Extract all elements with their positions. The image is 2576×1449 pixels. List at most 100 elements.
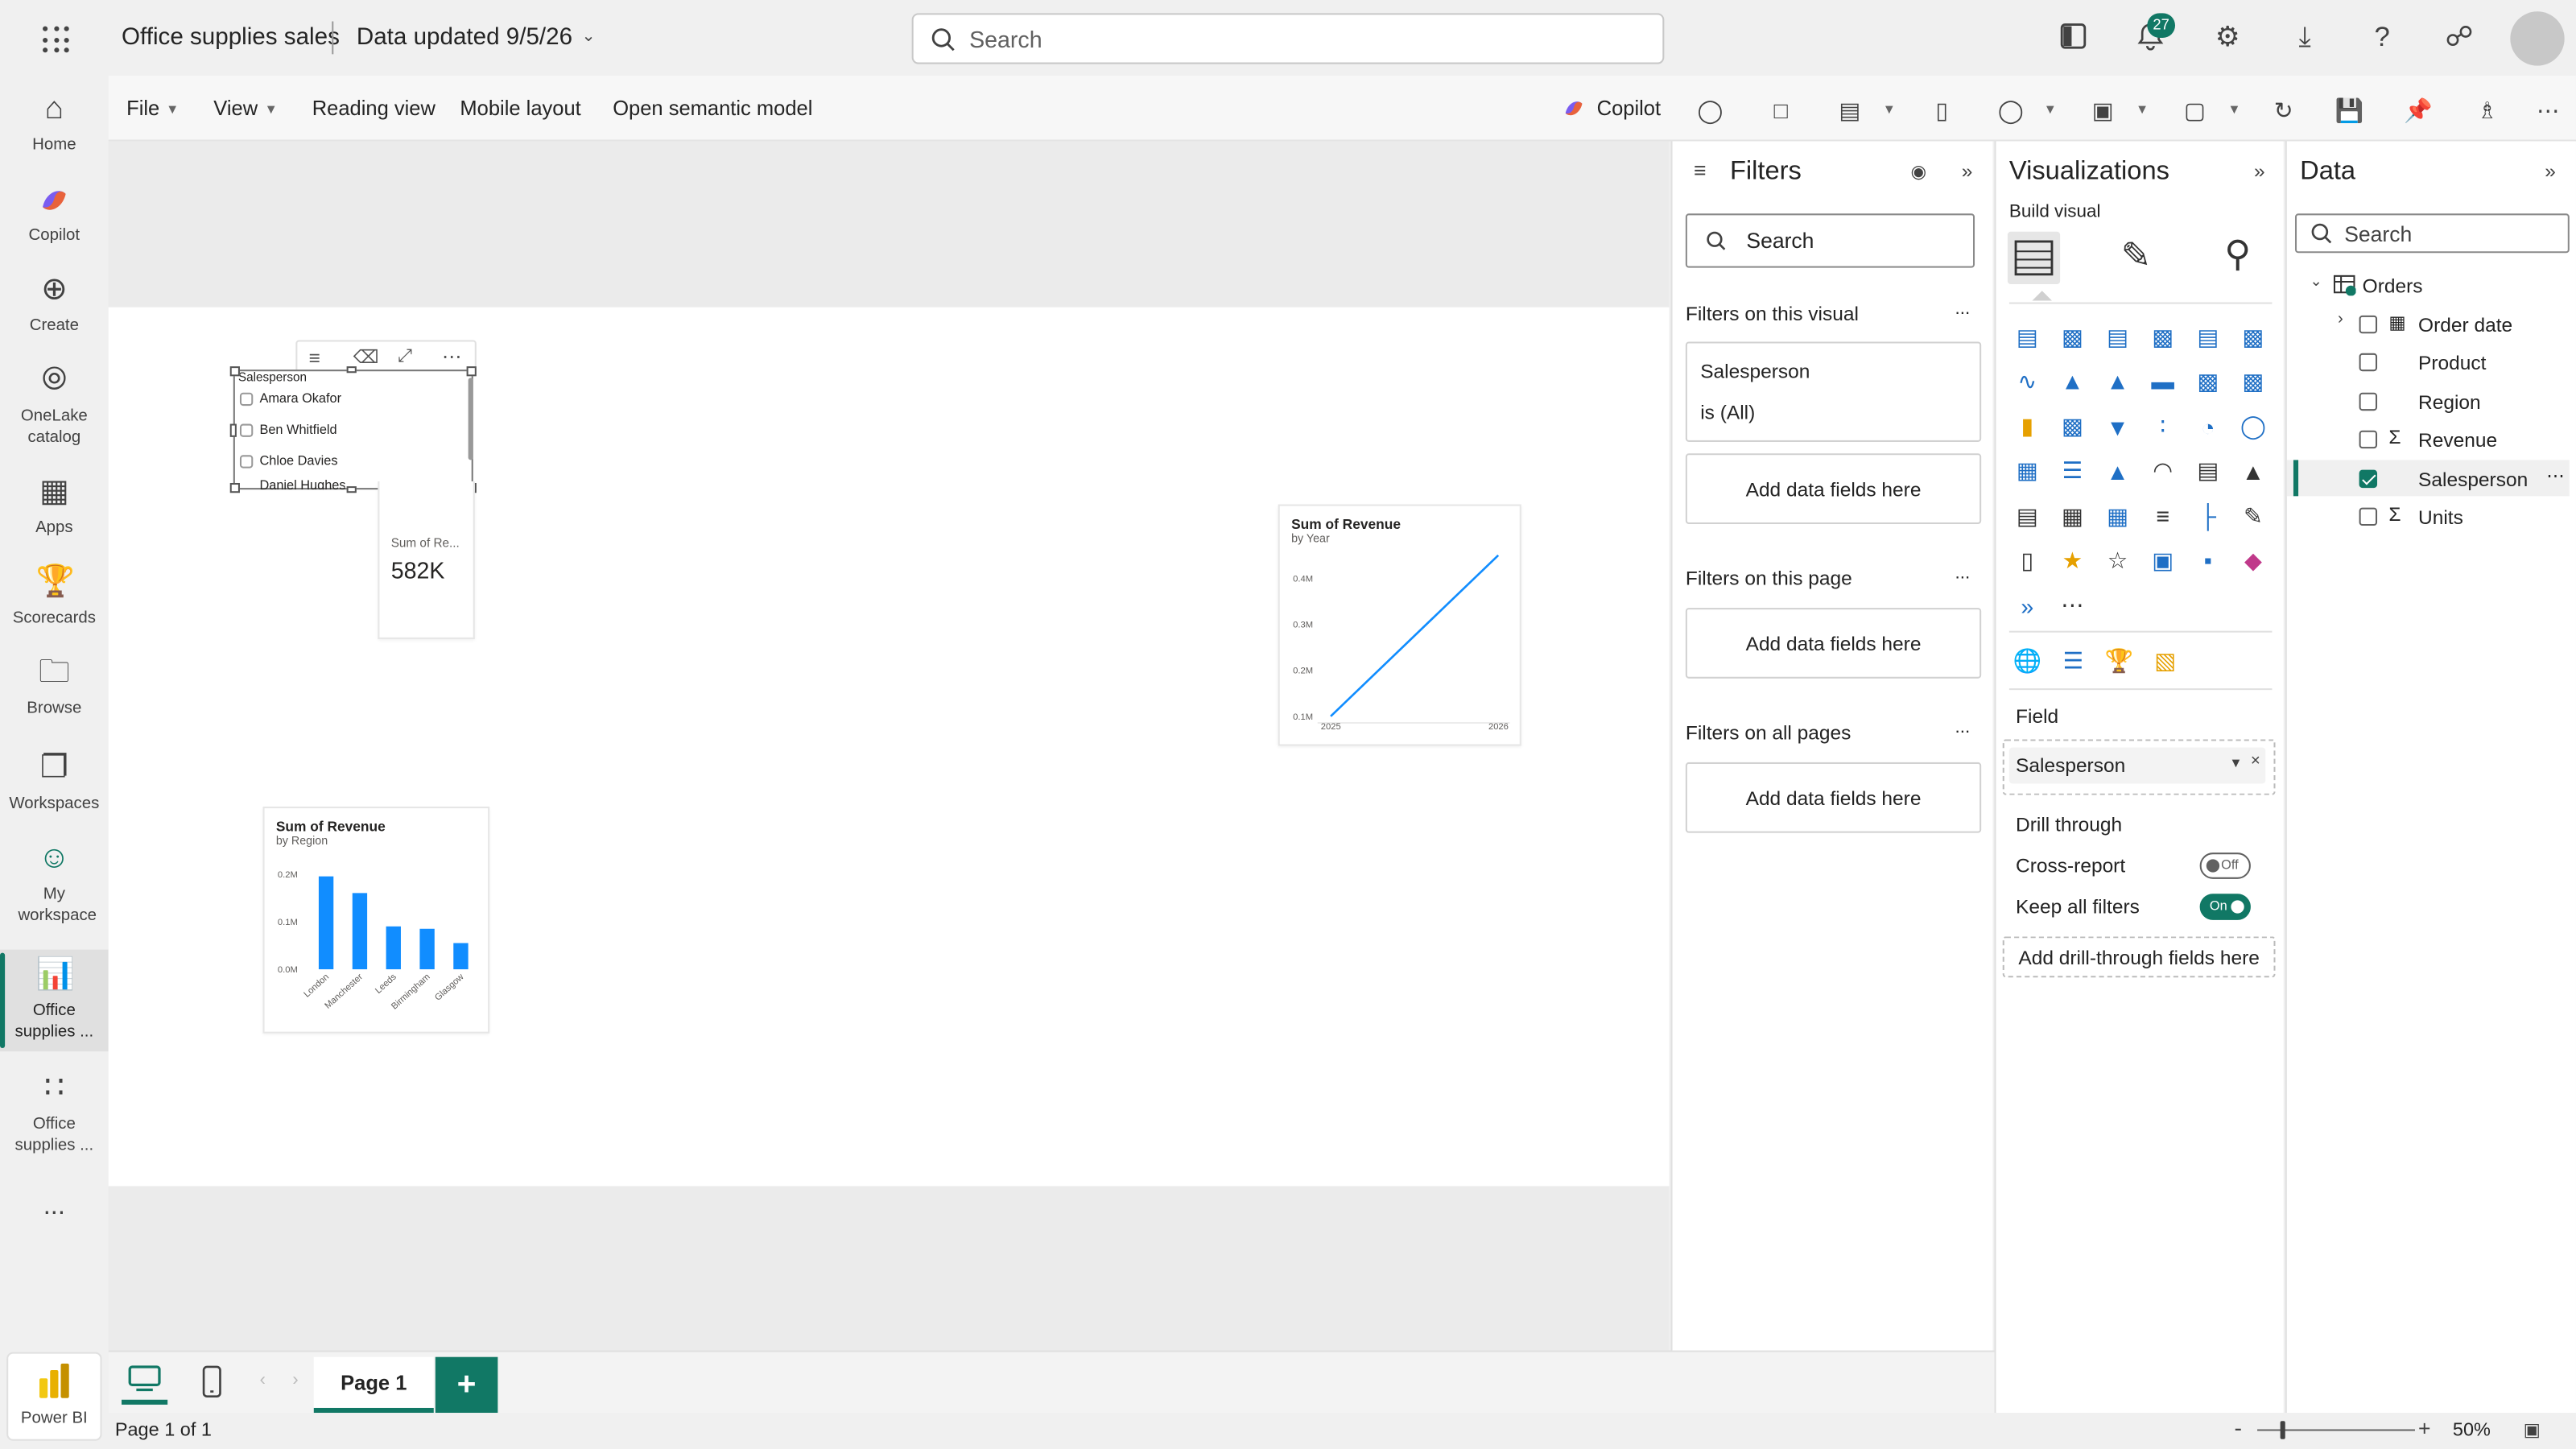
remove-field-icon[interactable]: × — [2251, 753, 2260, 770]
desktop-layout-tab[interactable] — [122, 1364, 168, 1405]
eraser-icon[interactable]: ⌫ — [353, 347, 379, 368]
nav-browse[interactable]: 🗀 Browse — [0, 655, 109, 720]
slicer-item[interactable]: Amara Okafor — [239, 391, 341, 406]
data-updated-label[interactable]: Data updated 9/5/26 — [357, 25, 572, 52]
cross-report-toggle[interactable]: Off — [2199, 852, 2251, 879]
slicer-item[interactable]: Chloe Davies — [239, 453, 338, 469]
pie-chart-icon[interactable]: ◔ — [2190, 408, 2226, 444]
data-search-input[interactable]: Search — [2294, 213, 2570, 254]
power-automate-icon[interactable]: ◆ — [2235, 543, 2272, 579]
key-influencers-icon[interactable]: ≡ — [2145, 498, 2181, 535]
format-visual-brush-icon[interactable]: ✎ — [2121, 235, 2152, 278]
file-menu[interactable]: File — [126, 97, 159, 120]
comment-icon[interactable]: □ — [1766, 95, 1796, 125]
view-menu[interactable]: View — [213, 97, 258, 120]
100-area-icon[interactable]: ▬ — [2145, 364, 2181, 400]
report-name[interactable]: Office supplies sales — [122, 25, 340, 52]
field-pill[interactable]: Salesperson ▼ × — [2008, 747, 2266, 784]
open-semantic-model-button[interactable]: Open semantic model — [613, 97, 812, 120]
download-icon[interactable]: ⤓ — [2289, 22, 2322, 55]
kpi-icon[interactable]: ▲ — [2235, 453, 2272, 489]
collapse-chevron-icon[interactable]: » — [2254, 159, 2265, 183]
more-options-icon[interactable]: ⋯ — [442, 345, 461, 369]
app-launcher-icon[interactable] — [43, 26, 69, 53]
funnel-icon[interactable]: ▼ — [2099, 408, 2136, 444]
teams-icon[interactable]: ♗ — [2472, 95, 2502, 125]
nav-report-office-supplies[interactable]: 📊 Office supplies ... — [0, 949, 109, 1052]
field-checkbox[interactable] — [2359, 392, 2378, 411]
nav-semantic-model-office-supplies[interactable]: ∷ Office supplies ... — [0, 1071, 109, 1157]
resize-handle[interactable] — [346, 366, 357, 374]
salesperson-slicer[interactable]: Salesperson Amara Okafor Ben Whitfield C… — [229, 366, 477, 493]
explore-binoculars-icon[interactable]: ◯ — [1695, 95, 1725, 125]
resize-handle[interactable] — [346, 486, 357, 493]
resize-handle[interactable] — [466, 366, 477, 377]
field-checkbox-checked[interactable] — [2359, 469, 2378, 489]
metrics-icon[interactable]: ☆ — [2099, 543, 2136, 579]
visual-layout-icon[interactable]: ▢ — [2180, 95, 2210, 125]
zoom-in-icon[interactable]: + — [2418, 1416, 2430, 1441]
field-checkbox[interactable] — [2359, 315, 2378, 334]
field-row[interactable]: Region — [2287, 383, 2570, 419]
100-column-icon[interactable]: ▩ — [2235, 319, 2272, 355]
stacked-bar-icon[interactable]: ▤ — [2009, 319, 2046, 355]
azure-map-icon[interactable]: ▲ — [2099, 453, 2136, 489]
chevron-down-icon[interactable]: ⌄ — [581, 28, 595, 46]
nav-onelake-catalog[interactable]: ⦾ OneLake catalog — [0, 363, 109, 448]
collapse-chevron-icon[interactable]: » — [1962, 159, 1973, 183]
more-options-icon[interactable]: ... — [1955, 299, 1971, 318]
nav-apps[interactable]: ▦ Apps — [0, 475, 109, 539]
keep-all-filters-toggle[interactable]: On — [2199, 894, 2251, 920]
line-chart-icon[interactable]: ∿ — [2009, 364, 2046, 400]
mobile-layout-button[interactable]: Mobile layout — [460, 97, 580, 120]
clustered-column-icon[interactable]: ▩ — [2145, 319, 2181, 355]
report-page[interactable]: ≡ ⌫ ⤢ ⋯ Salesperson Amara Okafor Ben Whi… — [108, 307, 1670, 1187]
more-visuals-icon[interactable]: ⋯ — [2054, 588, 2091, 624]
save-icon[interactable]: 💾 — [2334, 95, 2364, 125]
prev-page-icon[interactable]: ‹ — [259, 1370, 265, 1389]
shape-map-visual-icon[interactable]: ▧ — [2147, 642, 2183, 679]
more-options-icon[interactable]: ... — [1955, 718, 1971, 737]
add-page-filter-dropzone[interactable]: Add data fields here — [1685, 608, 1982, 679]
slicer-item[interactable]: Ben Whitfield — [239, 422, 337, 437]
nav-copilot[interactable]: Copilot — [0, 183, 109, 247]
nav-my-workspace[interactable]: ☺ My workspace — [0, 841, 109, 927]
next-page-icon[interactable]: › — [292, 1370, 298, 1389]
slicer-checkbox[interactable] — [239, 391, 254, 406]
copilot-button[interactable]: Copilot — [1561, 95, 1661, 122]
card-icon[interactable]: ▤ — [2190, 453, 2226, 489]
field-row[interactable]: Σ Units — [2287, 497, 2570, 534]
globe-visual-icon[interactable]: 🌐 — [2009, 642, 2046, 679]
scatter-icon[interactable]: ∶ — [2145, 408, 2181, 444]
slicer-checkbox[interactable] — [239, 423, 254, 436]
eye-icon[interactable]: ◉ — [1910, 161, 1926, 182]
chevron-down-icon[interactable]: ▼ — [1883, 102, 1896, 117]
nav-home[interactable]: ⌂ Home — [0, 92, 109, 156]
treemap-icon[interactable]: ▦ — [2009, 453, 2046, 489]
more-options-icon[interactable]: ... — [1955, 564, 1971, 583]
field-row[interactable]: Product — [2287, 344, 2570, 380]
multirow-card-icon[interactable]: ▤ — [2009, 498, 2046, 535]
chevron-down-icon[interactable]: ▼ — [2044, 102, 2057, 117]
settings-gear-icon[interactable]: ⚙ — [2211, 22, 2244, 55]
revenue-by-year-line-chart[interactable]: Sum of Revenue by Year 0.1M 0.2M 0.3M 0.4M 2… — [1278, 504, 1521, 746]
add-all-pages-filter-dropzone[interactable]: Add data fields here — [1685, 762, 1982, 833]
resize-handle[interactable] — [229, 482, 240, 493]
shapes-icon[interactable]: ◯ — [1996, 95, 2026, 125]
chevron-down-icon[interactable]: ▼ — [2227, 102, 2240, 117]
100-bar-icon[interactable]: ▤ — [2190, 319, 2226, 355]
table-icon[interactable]: ▦ — [2054, 498, 2091, 535]
map-visual-icon[interactable]: ☰ — [2055, 642, 2091, 679]
refresh-icon[interactable]: ↻ — [2268, 95, 2298, 125]
gauge-icon[interactable]: ◠ — [2145, 453, 2181, 489]
power-apps-icon[interactable]: ▪ — [2190, 543, 2226, 579]
field-checkbox[interactable] — [2359, 430, 2378, 449]
collapse-chevron-icon[interactable]: » — [2545, 159, 2556, 183]
clustered-bar-icon[interactable]: ▤ — [2099, 319, 2136, 355]
add-page-button[interactable]: + — [435, 1356, 498, 1414]
salesperson-filter-card[interactable]: Salesperson is (All) — [1685, 341, 1982, 442]
trophy-visual-icon[interactable]: 🏆 — [2101, 642, 2137, 679]
field-well-dropzone[interactable]: Salesperson ▼ × — [2002, 739, 2276, 795]
more-icon[interactable]: ... — [0, 1194, 109, 1220]
analytics-magnifier-icon[interactable]: ⚲ — [2224, 233, 2251, 276]
